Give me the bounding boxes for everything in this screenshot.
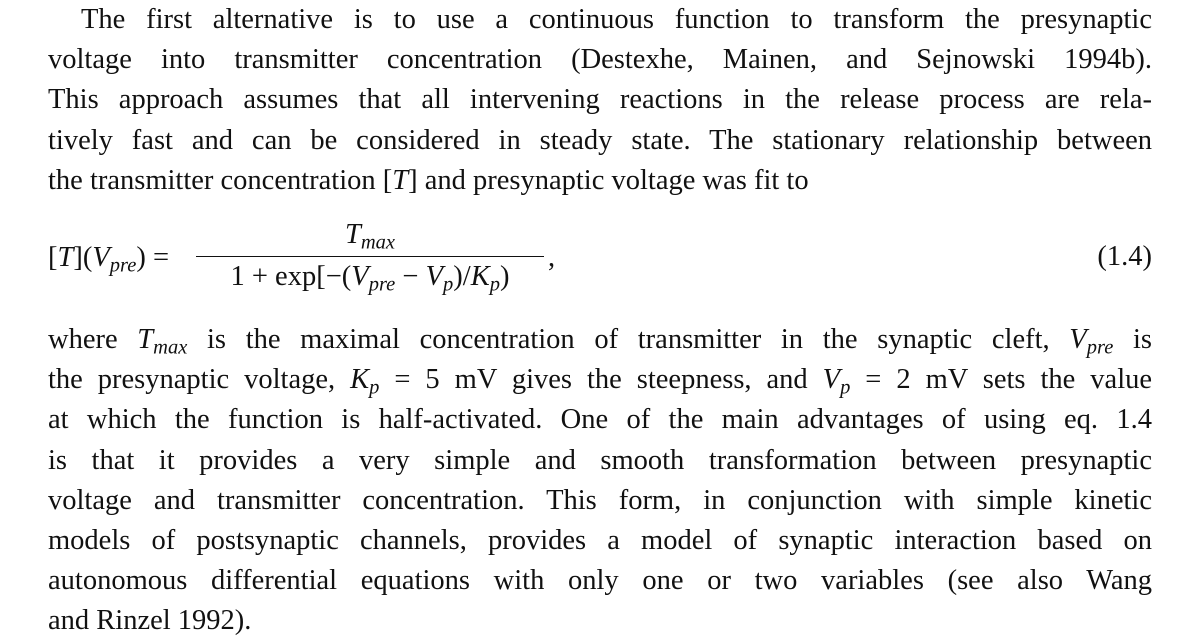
- paragraph-intro: The first alternative is to use a contin…: [48, 0, 1152, 201]
- text-line: This approach assumes that all interveni…: [48, 84, 1152, 116]
- math-subscript: max: [153, 336, 188, 359]
- math-variable: K: [350, 364, 370, 396]
- eq-symbol: ) =: [136, 242, 170, 273]
- text-line: voltage and transmitter concentration. T…: [48, 484, 1152, 516]
- text-line: where Tmax is the maximal concentration …: [48, 320, 1152, 360]
- math-subscript: p: [489, 273, 500, 296]
- text-line: voltage into transmitter concentration (…: [48, 44, 1152, 76]
- math-subscript: pre: [1086, 336, 1114, 359]
- eq-symbol: )/: [453, 261, 471, 292]
- math-variable: T: [392, 164, 409, 196]
- text-fragment: is the maximal concentration of transmit…: [187, 324, 1070, 355]
- eq-symbol: 1 + exp[−(: [230, 261, 352, 292]
- text-fragment: = 2 mV sets the value: [850, 364, 1153, 396]
- math-variable: V: [822, 364, 841, 396]
- fraction-denominator: 1 + exp[−(Vpre − Vp)/Kp): [196, 257, 544, 297]
- math-variable: V: [92, 242, 110, 273]
- text-line: autonomous differential equations with o…: [48, 565, 1152, 597]
- math-variable: V: [1069, 324, 1087, 355]
- text-fragment: = 5 mV gives the steepness, and: [379, 364, 823, 396]
- text-fragment: is: [1113, 324, 1152, 355]
- math-variable: V: [351, 261, 369, 292]
- text-line: the presynaptic voltage, Kp = 5 mV gives…: [48, 360, 1152, 400]
- math-subscript: p: [369, 376, 380, 399]
- equation-fraction: Tmax 1 + exp[−(Vpre − Vp)/Kp): [196, 216, 544, 297]
- text-line: and Rinzel 1992).: [48, 605, 252, 637]
- equation-1-4: [T](Vpre) = Tmax 1 + exp[−(Vpre − Vp)/Kp…: [48, 214, 1152, 306]
- eq-symbol: ](: [73, 242, 93, 273]
- text-line: The first alternative is to use a contin…: [81, 4, 1152, 35]
- math-variable: V: [425, 261, 444, 292]
- text-fragment: the transmitter concentration [: [48, 164, 393, 196]
- math-variable: T: [137, 324, 154, 355]
- text-line: tively fast and can be considered in ste…: [48, 124, 1152, 156]
- equation-comma: ,: [548, 242, 556, 273]
- text-line: at which the function is half-activated.…: [48, 404, 1152, 436]
- paragraph-explanation: where Tmax is the maximal concentration …: [48, 320, 1152, 642]
- text-line: the transmitter concentration [T] and pr…: [48, 161, 1152, 201]
- eq-symbol: ): [500, 261, 510, 292]
- text-fragment: where: [48, 324, 138, 355]
- text-line: is that it provides a very simple and sm…: [48, 444, 1152, 476]
- eq-symbol: −: [395, 261, 426, 292]
- equation-number: (1.4): [1097, 241, 1152, 272]
- math-variable: T: [344, 219, 361, 250]
- math-variable: T: [57, 242, 74, 273]
- math-subscript: max: [360, 231, 396, 254]
- math-subscript: pre: [109, 254, 137, 277]
- text-fragment: the presynaptic voltage,: [48, 364, 351, 396]
- fraction-numerator: Tmax: [196, 216, 544, 254]
- math-subscript: pre: [368, 273, 396, 296]
- text-line: models of postsynaptic channels, provide…: [48, 524, 1152, 556]
- equation-lhs: [T](Vpre) =: [48, 242, 170, 277]
- text-fragment: ] and presynaptic voltage was fit to: [408, 164, 809, 196]
- eq-symbol: [: [48, 242, 58, 273]
- math-variable: K: [470, 261, 490, 292]
- math-subscript: p: [443, 273, 454, 296]
- math-subscript: p: [840, 376, 851, 399]
